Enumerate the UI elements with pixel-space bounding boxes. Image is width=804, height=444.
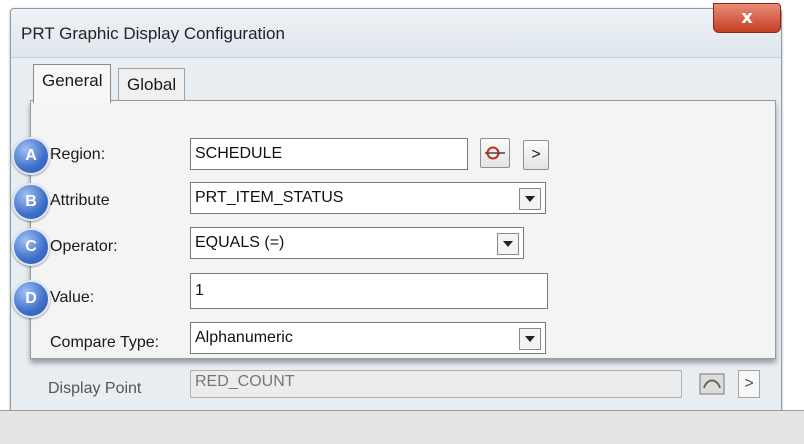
search-icon [485,146,505,160]
title-bar: PRT Graphic Display Configuration x [11,3,781,58]
value-label: Value: [50,289,95,306]
operator-select[interactable]: EQUALS (=) [190,227,524,259]
region-label: Region: [50,146,106,163]
region-next-button[interactable]: > [523,140,549,170]
region-field[interactable]: SCHEDULE [190,138,468,170]
compare-type-select-value: Alphanumeric [195,329,293,346]
display-point-next-button[interactable]: > [738,370,760,398]
badge-d: D [12,280,50,318]
window-title: PRT Graphic Display Configuration [21,24,285,43]
value-field[interactable]: 1 [190,273,548,309]
dialog-footer [0,410,804,444]
region-search-button[interactable] [480,138,510,168]
badge-b: B [12,183,50,221]
chevron-down-icon[interactable] [519,328,541,350]
badge-c: C [12,228,50,266]
display-point-field[interactable]: RED_COUNT [190,370,682,398]
display-point-icon-button[interactable] [696,368,728,400]
compare-type-label: Compare Type: [50,334,160,351]
tab-general[interactable]: General [33,64,112,103]
operator-select-value: EQUALS (=) [195,234,285,251]
chevron-down-icon[interactable] [519,188,541,210]
attribute-select-value: PRT_ITEM_STATUS [195,189,344,206]
compare-type-select[interactable]: Alphanumeric [190,322,546,354]
attribute-select[interactable]: PRT_ITEM_STATUS [190,182,546,214]
attribute-label: Attribute [50,192,110,209]
display-point-label: Display Point [48,380,142,397]
chevron-down-icon[interactable] [497,233,519,255]
badge-a: A [12,137,50,175]
tab-global[interactable]: Global [118,68,186,101]
operator-label: Operator: [50,238,118,255]
close-button[interactable]: x [713,3,781,33]
close-icon: x [741,7,753,28]
display-icon [699,373,725,395]
